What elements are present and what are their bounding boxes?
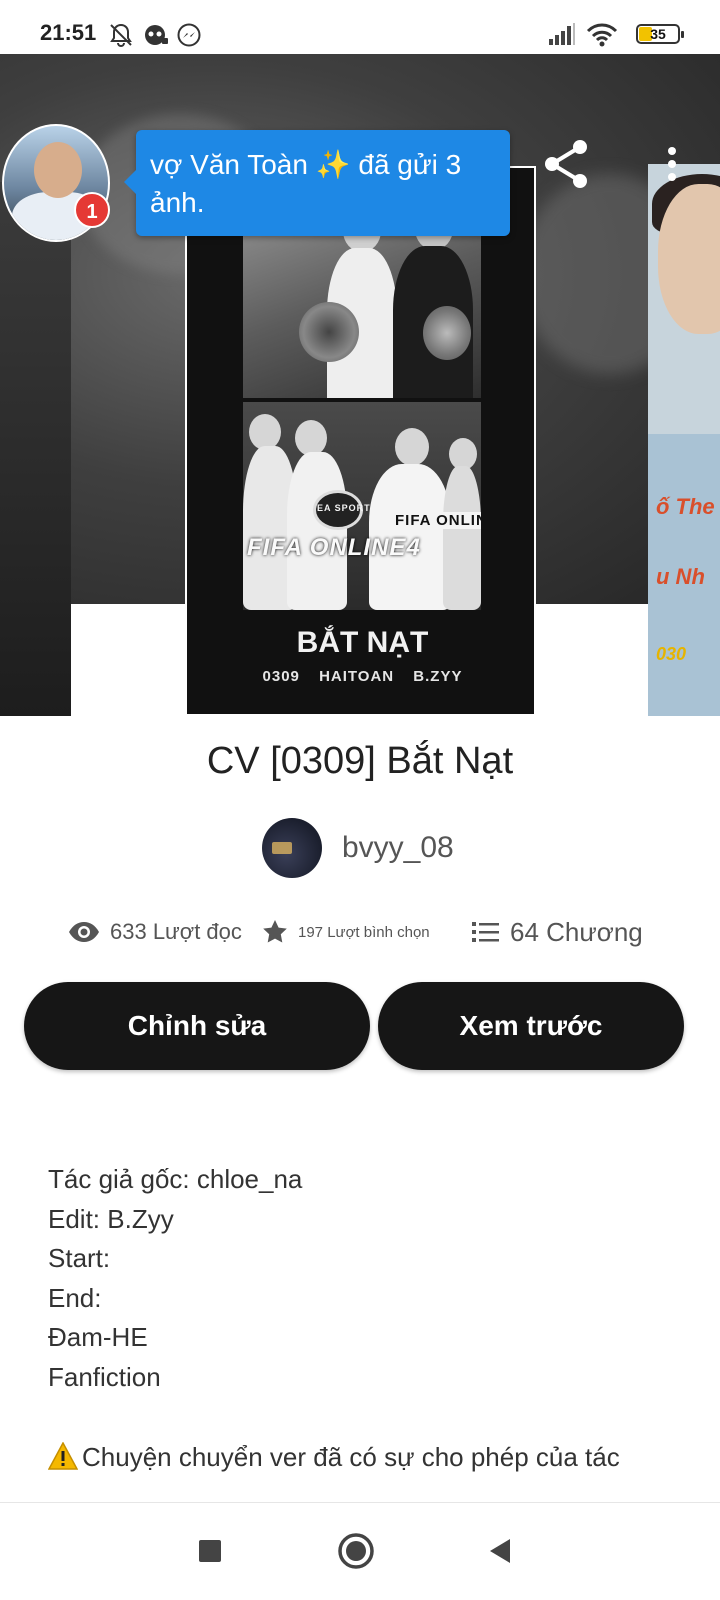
story-description: Tác giả gốc: chloe_na Edit: B.Zyy Start:… [48, 1160, 688, 1397]
next-cover-text: u Nh [656, 564, 705, 589]
list-icon [472, 921, 500, 943]
messenger-icon [176, 22, 202, 53]
home-button[interactable] [336, 1532, 376, 1575]
story-title: CV [0309] Bắt Nạt [206, 740, 514, 782]
description-warning: Chuyện chuyển ver đã có sự cho phép của … [47, 1441, 688, 1477]
votes-count: 197 Lượt bình chọn [298, 923, 430, 941]
cover-subtitle: 0309 HAITOAN B.ZYY [262, 668, 463, 685]
signal-icon [548, 22, 576, 51]
back-button[interactable] [480, 1533, 520, 1573]
next-cover[interactable]: ố The u Nh 030 [648, 164, 720, 716]
cover-photo-bottom: EA SPORTS FIFA ONLIN FIFA ONLINE4 [243, 402, 481, 610]
home-circle-icon [337, 1532, 375, 1575]
fifa-online-logo: FIFA ONLINE4 [247, 534, 421, 561]
reads-stat: 633 Lượt đọc [68, 910, 242, 954]
description-line: End: [48, 1282, 102, 1313]
notification-badge: 1 [74, 192, 110, 228]
reads-count: 633 Lượt đọc [110, 919, 242, 944]
fifa-online-side-logo: FIFA ONLIN [393, 512, 481, 529]
square-icon [198, 1539, 222, 1568]
cover-title: BẮT NẠT [296, 626, 429, 659]
author-avatar[interactable] [262, 818, 322, 878]
warning-text: Chuyện chuyển ver đã có sự cho phép của … [82, 1442, 620, 1472]
description-line: Đam-HE [48, 1322, 148, 1352]
mask-icon [142, 22, 168, 53]
next-cover-text: ố The [656, 494, 715, 519]
author-row[interactable]: bvyy_08 [262, 818, 454, 878]
preview-button[interactable]: Xem trước [378, 982, 684, 1070]
story-cover-carousel[interactable]: ố The u Nh 030 18 EA SPORTS FIFA ONLI [0, 54, 720, 716]
description-line: Start: [48, 1243, 111, 1273]
battery-icon: 35 [636, 24, 684, 44]
votes-stat: 197 Lượt bình chọn [262, 910, 430, 954]
status-bar: 21:51 35 [0, 0, 720, 54]
chapters-count: 64 Chương [510, 916, 643, 947]
share-icon [542, 139, 590, 194]
system-navigation-bar [0, 1502, 720, 1600]
more-vertical-icon [666, 146, 678, 187]
status-time: 21:51 [40, 20, 97, 45]
more-options-button[interactable] [644, 138, 700, 194]
edit-button[interactable]: Chỉnh sửa [24, 982, 370, 1070]
author-name[interactable]: bvyy_08 [342, 831, 454, 865]
share-button[interactable] [538, 138, 594, 194]
next-cover-text: 030 [656, 644, 687, 664]
eye-icon [68, 921, 100, 943]
warning-icon [47, 1441, 79, 1477]
notification-bubble[interactable]: vợ Văn Toàn ✨ đã gửi 3 ảnh. [124, 130, 510, 236]
previous-cover[interactable] [0, 182, 71, 716]
bell-off-icon [108, 22, 134, 53]
chat-head[interactable]: 1 [2, 124, 110, 242]
description-line: Tác giả gốc: chloe_na [48, 1164, 303, 1194]
star-icon [262, 919, 288, 945]
battery-text: 35 [650, 26, 666, 42]
description-line: Fanfiction [48, 1361, 161, 1392]
wifi-icon [586, 22, 618, 53]
description-line: Edit: B.Zyy [48, 1203, 174, 1234]
story-stats: 633 Lượt đọc 197 Lượt bình chọn 64 Chươn… [68, 910, 668, 954]
back-triangle-icon [488, 1538, 512, 1569]
story-cover[interactable]: 18 EA SPORTS FIFA ONLIN FIFA ONLINE4 BẮT… [185, 166, 536, 716]
chapters-stat: 64 Chương [472, 910, 643, 954]
recent-apps-button[interactable] [190, 1533, 230, 1573]
